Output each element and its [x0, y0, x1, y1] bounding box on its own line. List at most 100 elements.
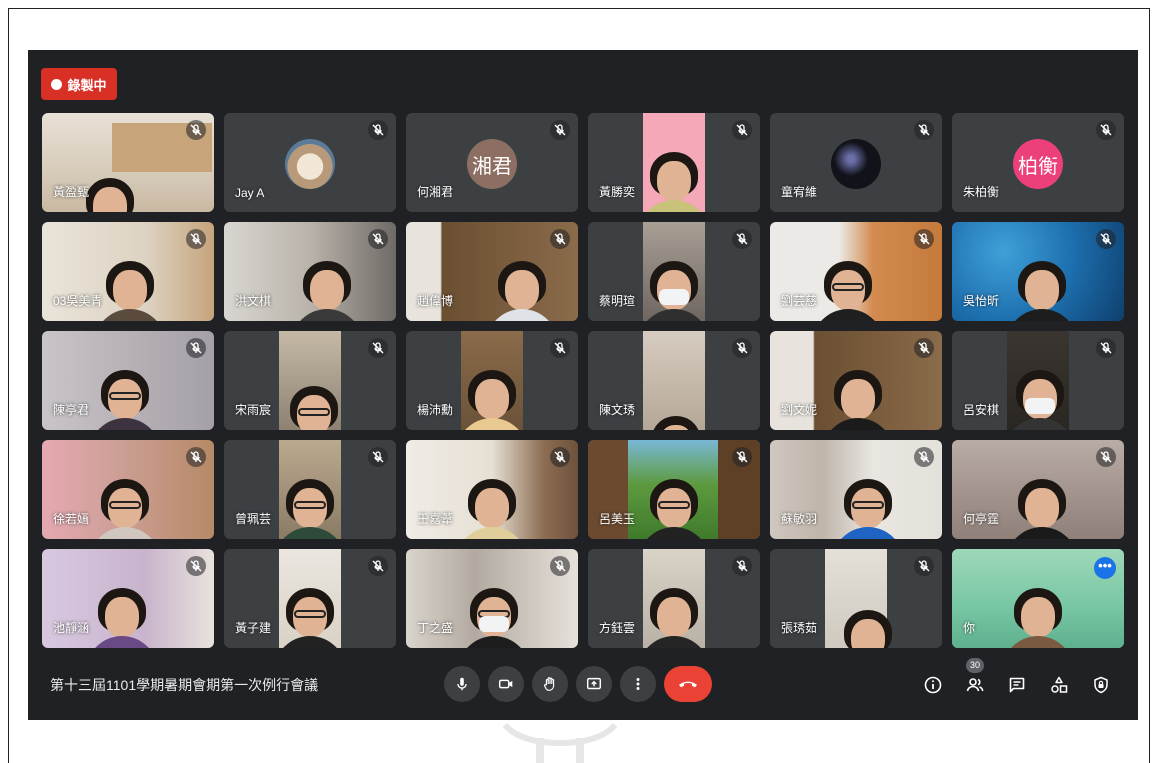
hangup-button[interactable]	[664, 666, 712, 702]
participant-tile[interactable]: 蔡明瑄	[588, 222, 760, 321]
mic-off-icon	[914, 338, 934, 358]
participant-tile[interactable]: 湘君 何湘君	[406, 113, 578, 212]
participant-tile[interactable]: 楊沛勳	[406, 331, 578, 430]
participant-name: 吳怡昕	[963, 294, 1000, 308]
participant-tile[interactable]: 曾珮芸	[224, 440, 396, 539]
avatar	[285, 139, 335, 189]
activities-button[interactable]	[1046, 672, 1072, 698]
participant-tile[interactable]: 陳文琇	[588, 331, 760, 430]
mic-off-icon	[732, 447, 752, 467]
more-options-button[interactable]	[620, 666, 656, 702]
participant-name: Jay A	[235, 186, 265, 200]
mic-off-icon	[186, 120, 206, 140]
mic-off-icon	[732, 338, 752, 358]
participant-name: 朱柏衡	[963, 185, 1000, 199]
participant-tile[interactable]: 蘇敏羽	[770, 440, 942, 539]
host-controls-icon	[1094, 676, 1108, 694]
mic-off-icon	[1096, 120, 1116, 140]
mic-off-icon	[186, 338, 206, 358]
present-button[interactable]	[576, 666, 612, 702]
participant-name: 王嘉葦	[417, 512, 454, 526]
participant-tile[interactable]: 張琇茹	[770, 549, 942, 648]
activities-icon	[1051, 676, 1068, 693]
participant-tile[interactable]: 黃盈甄	[42, 113, 214, 212]
mic-off-icon	[914, 120, 934, 140]
participant-tile[interactable]: 方鈺雲	[588, 549, 760, 648]
participant-tile[interactable]: 呂美玉	[588, 440, 760, 539]
people-button[interactable]: 30	[962, 658, 988, 698]
raise-hand-button[interactable]	[532, 666, 568, 702]
participant-name: 黃盈甄	[53, 185, 90, 199]
mic-off-icon	[1096, 229, 1116, 249]
participant-tile[interactable]: 劉文妮	[770, 331, 942, 430]
mic-off-icon	[914, 447, 934, 467]
self-tile[interactable]: 你 •••	[952, 549, 1124, 648]
participant-tile[interactable]: 洪文棋	[224, 222, 396, 321]
mic-off-icon	[1096, 447, 1116, 467]
mic-off-icon	[186, 556, 206, 576]
mic-off-icon	[368, 447, 388, 467]
participant-tile[interactable]: 柏衡 朱柏衡	[952, 113, 1124, 212]
mic-button[interactable]	[444, 666, 480, 702]
participant-tile[interactable]: 趙偉博	[406, 222, 578, 321]
participant-name: 方鈺雲	[599, 621, 636, 635]
camera-icon	[498, 679, 513, 689]
participant-tile[interactable]: Jay A	[224, 113, 396, 212]
participant-name: 黃子建	[235, 621, 272, 635]
participant-name: 張琇茹	[781, 621, 818, 635]
participant-count-badge: 30	[966, 658, 984, 673]
mic-off-icon	[1096, 338, 1116, 358]
meeting-details-button[interactable]	[920, 672, 946, 698]
participant-name: 你	[963, 621, 976, 635]
meeting-title: 第十三屆1101學期暑期會期第一次例行會議	[50, 677, 319, 693]
host-controls-button[interactable]	[1088, 672, 1114, 698]
mic-off-icon	[550, 120, 570, 140]
info-icon	[924, 676, 942, 694]
camera-button[interactable]	[488, 666, 524, 702]
participant-tile[interactable]: 何亭霆	[952, 440, 1124, 539]
participant-name: 蘇敏羽	[781, 512, 818, 526]
mic-off-icon	[186, 447, 206, 467]
mic-off-icon	[550, 338, 570, 358]
more-options-icon[interactable]: •••	[1094, 557, 1116, 579]
hangup-icon	[679, 681, 697, 688]
call-controls	[444, 666, 712, 702]
participant-name: 何湘君	[417, 185, 454, 199]
participant-name: 陳文琇	[599, 403, 636, 417]
participant-tile[interactable]: 呂安棋	[952, 331, 1124, 430]
mic-off-icon	[368, 120, 388, 140]
participant-name: 洪文棋	[235, 294, 272, 308]
participant-tile[interactable]: 黃勝奕	[588, 113, 760, 212]
participant-tile[interactable]: 黃子建	[224, 549, 396, 648]
avatar: 湘君	[467, 139, 517, 189]
participant-tile[interactable]: 童宥維	[770, 113, 942, 212]
participant-tile[interactable]: 徐若婳	[42, 440, 214, 539]
mic-off-icon	[732, 229, 752, 249]
record-dot-icon	[51, 78, 63, 90]
participant-tile[interactable]: 宋雨宸	[224, 331, 396, 430]
participant-tile[interactable]: 池靜涵	[42, 549, 214, 648]
mic-off-icon	[914, 556, 934, 576]
watermark-logo	[502, 722, 618, 763]
participant-name: 劉芸慈	[781, 294, 818, 308]
participant-name: 蔡明瑄	[599, 294, 636, 308]
participant-tile[interactable]: 陳亭君	[42, 331, 214, 430]
participant-tile[interactable]: 吳怡昕	[952, 222, 1124, 321]
mic-off-icon	[914, 229, 934, 249]
participant-name: 丁之盛	[417, 621, 454, 635]
meeting-tools: 30	[920, 658, 1114, 698]
participant-tile[interactable]: 王嘉葦	[406, 440, 578, 539]
chat-icon	[1009, 677, 1025, 693]
participant-tile[interactable]: 劉芸慈	[770, 222, 942, 321]
bottom-toolbar: 第十三屆1101學期暑期會期第一次例行會議 30	[28, 650, 1138, 720]
participant-tile[interactable]: 03吳美青	[42, 222, 214, 321]
mic-off-icon	[732, 556, 752, 576]
participant-name: 宋雨宸	[235, 403, 272, 417]
participant-name: 呂美玉	[599, 512, 636, 526]
mic-off-icon	[186, 229, 206, 249]
mic-off-icon	[550, 447, 570, 467]
participant-name: 楊沛勳	[417, 403, 454, 417]
participant-tile[interactable]: 丁之盛	[406, 549, 578, 648]
recording-badge[interactable]: 錄製中	[41, 68, 117, 100]
chat-button[interactable]	[1004, 672, 1030, 698]
